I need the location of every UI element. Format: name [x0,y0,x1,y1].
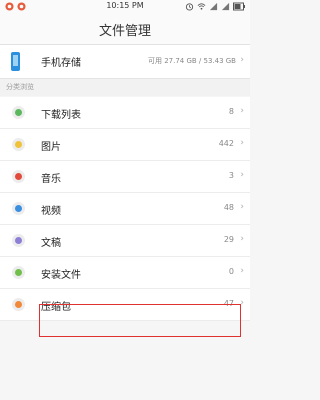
image-icon [12,138,25,151]
category-count: 442 [218,139,234,148]
category-list: 下载列表 8 › 图片 442 › 音乐 3 › 视频 48 › 文稿 29 ›… [0,97,250,321]
signal-icon [221,2,230,11]
category-label: 视频 [41,206,61,217]
storage-capacity: 可用 27.74 GB / 53.43 GB [147,57,236,65]
chevron-right-icon: › [240,234,244,244]
highlight-box [39,304,241,337]
category-item-apk[interactable]: 安装文件 0 › [0,257,250,289]
chevron-right-icon: › [240,55,244,65]
archive-icon [12,298,25,311]
storage-label: 手机存储 [41,58,81,69]
category-item-documents[interactable]: 文稿 29 › [0,225,250,257]
chevron-right-icon: › [240,106,244,116]
archive-icon-dot [15,301,22,308]
document-icon-dot [15,237,22,244]
music-icon [12,170,25,183]
category-count: 3 [228,171,234,180]
category-count: 29 [223,235,234,244]
video-icon [12,202,25,215]
category-item-downloads[interactable]: 下载列表 8 › [0,97,250,129]
category-label: 文稿 [41,238,61,249]
category-label: 音乐 [41,174,61,185]
document-icon [12,234,25,247]
category-item-videos[interactable]: 视频 48 › [0,193,250,225]
section-header: 分类浏览 [0,79,250,96]
alarm-icon [185,3,194,11]
signal-icon [209,2,218,11]
page-title: 文件管理 [98,24,151,39]
category-label: 图片 [41,142,61,153]
download-icon-dot [15,109,22,116]
install-package-icon [12,266,25,279]
music-icon-dot [15,173,22,180]
status-bar: 10:15 PM [0,0,250,14]
video-icon-dot [15,205,22,212]
category-count: 0 [228,267,234,276]
wifi-icon [197,3,206,10]
category-item-music[interactable]: 音乐 3 › [0,161,250,193]
status-right-icons [185,2,245,11]
chevron-right-icon: › [240,138,244,148]
category-count: 48 [223,203,234,212]
phone-storage-row[interactable]: 手机存储 可用 27.74 GB / 53.43 GB › [0,45,250,79]
download-icon [12,106,25,119]
category-item-images[interactable]: 图片 442 › [0,129,250,161]
section-label: 分类浏览 [6,83,34,91]
title-bar: 文件管理 [0,14,250,45]
chevron-right-icon: › [240,266,244,276]
chevron-right-icon: › [240,202,244,212]
phone-icon [11,52,20,71]
battery-icon [233,2,245,11]
category-count: 8 [228,107,234,116]
category-label: 下载列表 [41,110,81,121]
chevron-right-icon: › [240,170,244,180]
image-icon-dot [15,141,22,148]
install-package-icon-dot [15,269,22,276]
category-label: 安装文件 [41,270,81,281]
